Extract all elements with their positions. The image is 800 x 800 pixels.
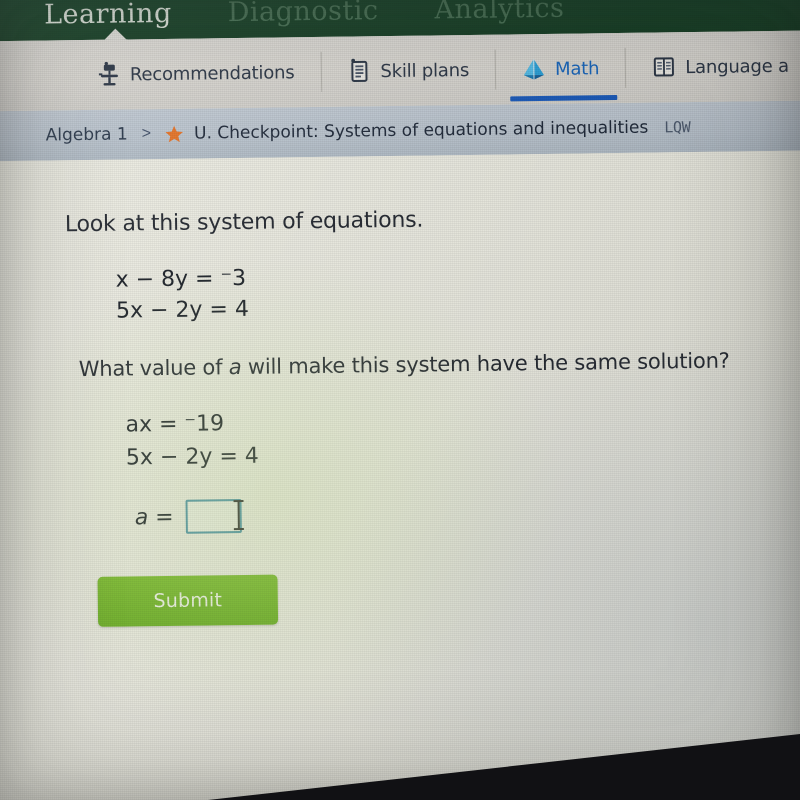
tab-skill-plans[interactable]: Skill plans (321, 35, 496, 107)
answer-row: a = (135, 492, 800, 535)
question-content: Look at this system of equations. x − 8y… (0, 150, 800, 800)
tab-skill-plans-label: Skill plans (380, 59, 470, 82)
question-prompt-2-before: What value of (78, 355, 229, 382)
equation-2-line-1-rest: x = ⁻19 (138, 411, 225, 438)
nav-item-diagnostic[interactable]: Diagnostic (228, 0, 379, 30)
answer-input[interactable] (185, 499, 244, 535)
breadcrumb-separator-icon: > (141, 125, 152, 143)
tab-math[interactable]: Math (496, 33, 626, 105)
breadcrumb-current-page: U. Checkpoint: Systems of equations and … (193, 117, 649, 144)
question-prompt-2: What value of a will make this system ha… (79, 348, 800, 382)
question-variable-a: a (228, 355, 242, 380)
tab-language-arts-label: Language a (685, 55, 790, 78)
question-prompt-2-after: will make this system have the same solu… (241, 349, 730, 380)
equation-system-1: x − 8y = ⁻3 5x − 2y = 4 (115, 255, 800, 327)
tab-math-label: Math (554, 57, 600, 80)
photo-of-screen: Learning Diagnostic Analytics Recommenda… (0, 0, 800, 800)
question-prompt: Look at this system of equations. (64, 207, 424, 238)
skill-plans-icon (347, 58, 371, 84)
nav-item-analytics[interactable]: Analytics (434, 0, 564, 27)
text-cursor-icon (231, 498, 245, 532)
tab-recommendations[interactable]: Recommendations (70, 37, 320, 110)
equation-system-2: ax = ⁻19 5x − 2y = 4 (125, 400, 800, 475)
subject-tabbar: Recommendations Skill plans Math Languag… (0, 30, 800, 112)
nav-item-learning[interactable]: Learning (44, 0, 172, 32)
math-pyramid-icon (522, 56, 546, 82)
breadcrumb-course-link[interactable]: Algebra 1 (46, 124, 128, 145)
tab-recommendations-label: Recommendations (129, 61, 295, 85)
answer-label: a = (134, 504, 174, 531)
active-nav-pointer-icon (104, 28, 127, 40)
skill-code: LQW (664, 118, 691, 137)
browser-screen: Learning Diagnostic Analytics Recommenda… (0, 0, 800, 800)
language-arts-book-icon (652, 54, 676, 80)
star-icon (165, 124, 184, 143)
tab-language-arts[interactable]: Language a (626, 30, 800, 102)
recommendations-icon (97, 61, 121, 88)
submit-button[interactable]: Submit (97, 574, 279, 628)
